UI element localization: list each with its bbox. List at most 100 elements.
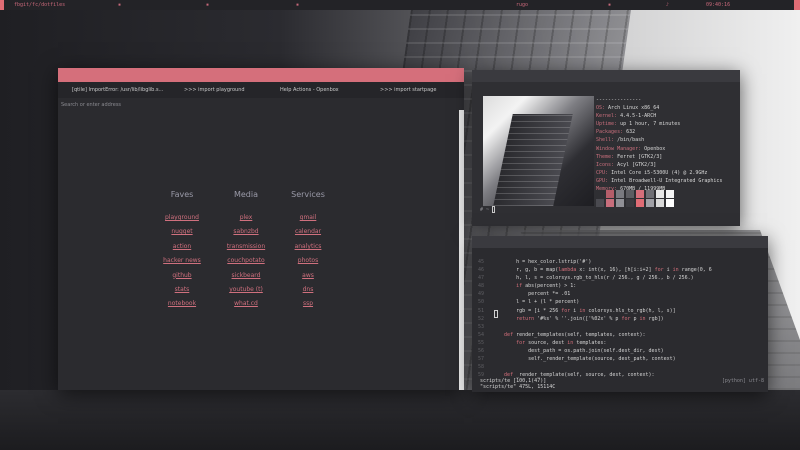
sysinfo-value: up 1 hour, 7 minutes: [620, 121, 681, 128]
color-swatch: [656, 190, 664, 198]
line-number: 45: [478, 259, 485, 265]
code-line: 48 if abs(percent) > 1:: [478, 282, 764, 290]
browser-scrollbar[interactable]: [459, 110, 464, 390]
sysinfo-value: /bin/bash: [617, 137, 645, 144]
bookmark-link[interactable]: aws: [268, 269, 348, 283]
line-number: 53: [478, 323, 485, 330]
panel-path-label[interactable]: fbgit/fc/dotfiles: [14, 2, 65, 8]
code-text: percent *= .01: [492, 291, 571, 298]
color-swatch: [606, 190, 614, 198]
editor-status-message: "scripts/te" 475L, 15114C: [480, 384, 556, 390]
browser-window[interactable]: [qtile] ImportError: /usr/lib/libglib.s.…: [58, 68, 464, 390]
color-swatch: [636, 199, 644, 207]
code-text: h, l, s = colorsys.rgb_to_hls(r / 256., …: [492, 275, 694, 282]
sysinfo-block: --------------- OS: Arch Linux x86_64 Ke…: [596, 96, 736, 193]
panel-marker: ▪: [206, 2, 210, 8]
color-swatch: [626, 199, 634, 207]
sysinfo-key: Icons:: [596, 161, 615, 168]
code-text: if abs(percent) > 1:: [516, 283, 577, 290]
browser-tab[interactable]: [qtile] ImportError: /usr/lib/libglib.s.…: [72, 87, 163, 93]
color-swatch: [636, 190, 644, 198]
line-number: 51: [478, 307, 485, 314]
line-number: 58: [478, 364, 485, 371]
code-line: 55 for source, dest in templates:: [478, 339, 764, 347]
line-number: 50: [478, 299, 485, 306]
browser-titlebar[interactable]: [58, 68, 464, 82]
color-swatch: [596, 199, 604, 207]
color-swatch: [666, 190, 674, 198]
sysinfo-value: Acyl [GTK2/3]: [617, 161, 657, 168]
code-text: self._render_template(source, dest_path,…: [492, 356, 676, 363]
bookmark-link[interactable]: gmail: [268, 211, 348, 225]
address-input[interactable]: [61, 100, 441, 109]
color-swatch: [596, 190, 604, 198]
sysinfo-value: Intel Broadwell-U Integrated Graphics: [611, 177, 723, 184]
sysinfo-key: Uptime:: [596, 121, 618, 128]
color-swatch: [616, 190, 624, 198]
bookmark-link[interactable]: dns: [268, 283, 348, 297]
column-services: Services gmail calendar analytics photos…: [268, 190, 348, 312]
terminal-sysinfo-window[interactable]: --------------- OS: Arch Linux x86_64 Ke…: [472, 70, 740, 226]
panel-marker: ▪: [118, 2, 122, 8]
bookmark-link[interactable]: analytics: [268, 240, 348, 254]
bookmark-link[interactable]: photos: [268, 254, 348, 268]
code-text: l = l + (l * percent): [492, 299, 580, 306]
wallpaper-floor: [0, 390, 800, 450]
code-line: 47 h, l, s = colorsys.rgb_to_hls(r / 256…: [478, 274, 764, 282]
code-editor[interactable]: 45 h = hex_color.lstrip('#') 46 r, g, b =…: [478, 258, 764, 379]
panel-accent: [0, 0, 4, 10]
panel-marker: ▪: [296, 2, 300, 8]
sysinfo-value: Arch Linux x86_64: [608, 105, 660, 112]
color-swatch: [606, 199, 614, 207]
code-line: 45 h = hex_color.lstrip('#'): [478, 258, 764, 266]
code-line: 52 return '#%s' % ''.join(['%02x' % p fo…: [478, 315, 764, 323]
color-swatch: [646, 199, 654, 207]
browser-tab[interactable]: Help Actions - Openbox: [280, 87, 339, 93]
browser-tab[interactable]: >>> import playground: [184, 87, 245, 93]
code-text: return '#%s' % ''.join(['%02x' % p for p…: [516, 315, 664, 322]
terminal-prompt[interactable]: # ~: [480, 206, 496, 213]
code-line: 50 l = l + (l * percent): [478, 298, 764, 306]
sysinfo-value: 4.4.5-1-ARCH: [620, 113, 657, 120]
line-number: 57: [478, 356, 485, 363]
sysinfo-key: CPU:: [596, 169, 609, 176]
terminal-titlebar[interactable]: [472, 236, 768, 248]
editor-cursor: [494, 310, 498, 318]
code-text: r, g, b = map(lambda x: int(x, 16), [h[i…: [492, 267, 712, 274]
panel-workspace-label[interactable]: rugo: [516, 2, 528, 8]
line-number: 52: [478, 315, 485, 322]
sysinfo-value: Intel Core i5-5300U (4) @ 2.9GHz: [611, 169, 708, 176]
sysinfo-key: Shell:: [596, 137, 615, 144]
sysinfo-value: Openbox: [644, 145, 666, 152]
sysinfo-key: Window Manager:: [596, 145, 642, 152]
address-bar: [58, 98, 464, 110]
line-number: 56: [478, 348, 485, 355]
browser-tab-bar: [qtile] ImportError: /usr/lib/libglib.s.…: [58, 82, 464, 98]
bookmark-link[interactable]: ssp: [268, 297, 348, 311]
browser-tab[interactable]: >>> import startpage: [380, 87, 436, 93]
terminal-titlebar[interactable]: [472, 70, 740, 82]
code-text: for source, dest in templates:: [516, 339, 607, 346]
code-line: 53: [478, 323, 764, 331]
code-text: def render_templates(self, templates, co…: [504, 331, 646, 338]
column-heading: Services: [291, 190, 325, 199]
terminal-editor-window[interactable]: 45 h = hex_color.lstrip('#') 46 r, g, b =…: [472, 236, 768, 392]
color-swatch: [616, 199, 624, 207]
sysinfo-key: Theme:: [596, 153, 615, 160]
sysinfo-key: OS:: [596, 105, 606, 112]
code-line: 58: [478, 363, 764, 371]
code-line: 57 self._render_template(source, dest_pa…: [478, 355, 764, 363]
line-number: 48: [478, 283, 485, 290]
line-number: 54: [478, 331, 485, 338]
code-line: 54 def render_templates(self, templates,…: [478, 331, 764, 339]
editor-mode-label: [python] utf-8: [721, 378, 764, 384]
color-swatches: [596, 190, 678, 207]
bookmark-link[interactable]: calendar: [268, 225, 348, 239]
code-line: 51 rgb = [i * 256 for i in colorsys.hls_…: [478, 307, 764, 315]
sysinfo-key: GPU:: [596, 177, 609, 184]
volume-icon[interactable]: ♪: [666, 2, 669, 8]
sysinfo-value: Ferret [GTK2/3]: [617, 153, 663, 160]
ascii-art-image: [483, 96, 594, 206]
sysinfo-key: Packages:: [596, 129, 624, 136]
line-number: 49: [478, 291, 485, 298]
